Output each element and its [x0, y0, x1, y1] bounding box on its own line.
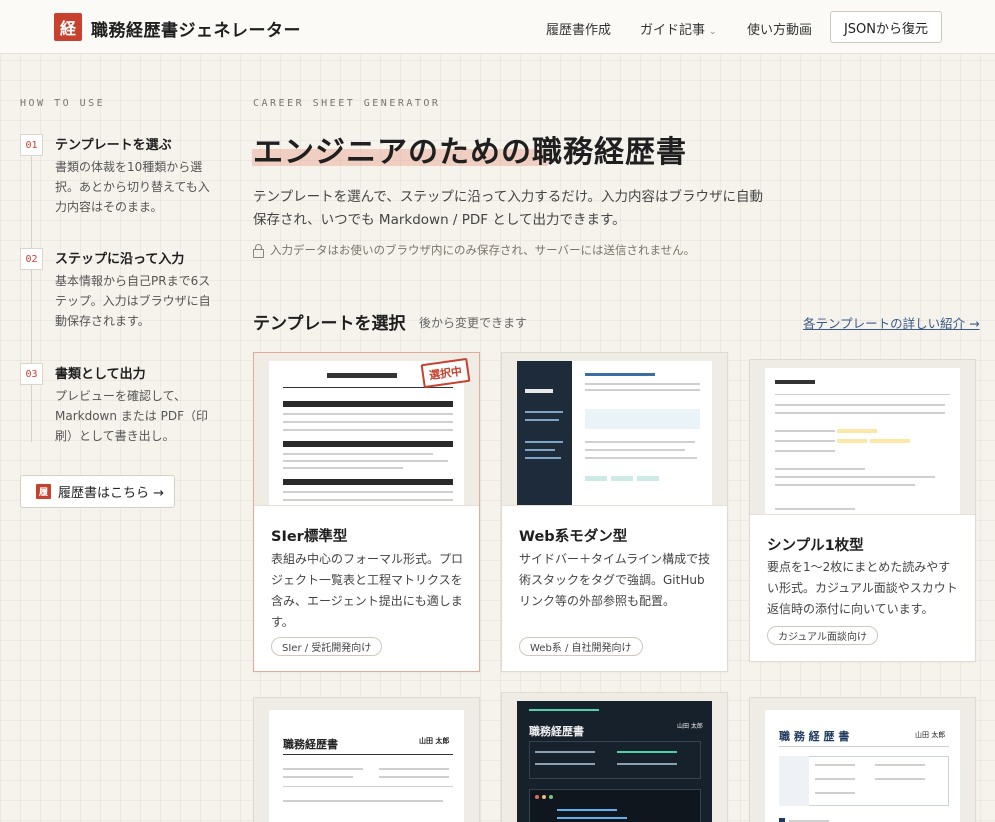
preview-doc-name: 山田 太郎	[419, 737, 450, 745]
template-preview: 職務経歴書 山田 太郎	[502, 693, 727, 822]
preview-doc: 職務経歴書 山田 太郎	[517, 701, 712, 822]
template-preview	[502, 353, 727, 506]
template-card-row2-3[interactable]: 職 務 経 歴 書 山田 太郎	[749, 697, 976, 822]
template-preview: 選択中	[254, 353, 479, 506]
card-title: シンプル1枚型	[767, 538, 864, 554]
card-tag: SIer / 受託開発向け	[271, 637, 383, 656]
resume-button-label: 履歴書はこちら →	[58, 486, 165, 501]
card-desc: サイドバー＋タイムライン構成で技術スタックをタグで強調。GitHubリンク等の外…	[519, 552, 711, 608]
step-number: 03	[20, 363, 43, 385]
preview-doc	[517, 361, 712, 505]
app-title[interactable]: 職務経歴書ジェネレーター	[91, 16, 301, 41]
step-desc: プレビューを確認して、Markdown または PDF（印刷）として書き出し。	[55, 389, 208, 443]
nav-howto-video[interactable]: 使い方動画	[747, 19, 812, 38]
card-desc: 表組み中心のフォーマル形式。プロジェクト一覧表と工程マトリクスを含み、エージェン…	[271, 552, 464, 629]
hero-eyebrow: CAREER SHEET GENERATOR	[253, 98, 441, 109]
preview-doc-name: 山田 太郎	[915, 731, 946, 739]
step-number: 02	[20, 248, 43, 270]
template-card-sier[interactable]: 選択中 SIer標準型 表組み中心のフォーマル形式。プロジェクト一覧表と工程マト…	[253, 352, 480, 672]
step-number: 01	[20, 134, 43, 156]
step-desc: 書類の体裁を10種類から選択。あとから切り替えても入力内容はそのまま。	[55, 160, 210, 214]
template-card-row2-1[interactable]: 職務経歴書 山田 太郎	[253, 697, 480, 822]
hero-description: テンプレートを選んで、ステップに沿って入力するだけ。入力内容はブラウザに自動保存…	[253, 189, 764, 228]
preview-doc: 職務経歴書 山田 太郎	[269, 710, 464, 822]
preview-doc	[765, 368, 960, 514]
template-card-simple[interactable]: シンプル1枚型 要点を1〜2枚にまとめた読みやすい形式。カジュアル面談やスカウト…	[749, 359, 976, 662]
preview-doc-title: 職務経歴書	[529, 725, 584, 738]
howto-heading: HOW TO USE	[20, 98, 106, 109]
privacy-note: 入力データはお使いのブラウザ内にのみ保存され、サーバーには送信されません。	[253, 242, 695, 258]
template-preview	[750, 360, 975, 515]
template-details-link[interactable]: 各テンプレートの詳しい紹介 →	[803, 313, 980, 332]
timeline-line	[31, 152, 32, 442]
card-desc: 要点を1〜2枚にまとめた読みやすい形式。カジュアル面談やスカウト返信時の添付に向…	[767, 560, 958, 616]
privacy-text: 入力データはお使いのブラウザ内にのみ保存され、サーバーには送信されません。	[270, 243, 696, 257]
hero-title: エンジニアのための職務経歴書	[253, 135, 687, 170]
preview-doc-name: 山田 太郎	[677, 723, 703, 730]
template-card-row2-2[interactable]: 職務経歴書 山田 太郎	[501, 692, 728, 822]
template-section-subtitle: 後から変更できます	[419, 316, 528, 330]
card-tag: Web系 / 自社開発向け	[519, 637, 643, 656]
nav-resume-create[interactable]: 履歴書作成	[546, 19, 611, 38]
step-title: ステップに沿って入力	[55, 252, 185, 267]
nav-guide-articles[interactable]: ガイド記事 ⌄	[640, 19, 717, 38]
card-title: SIer標準型	[271, 529, 348, 545]
lock-icon	[253, 244, 264, 258]
step-title: 書類として出力	[55, 367, 146, 382]
resume-link-button[interactable]: 履 履歴書はこちら →	[20, 475, 175, 508]
card-tag: カジュアル面談向け	[767, 626, 878, 645]
nav-guide-label: ガイド記事	[640, 23, 706, 38]
step-desc: 基本情報から自己PRまで6ステップ。入力はブラウザに自動保存されます。	[55, 274, 211, 328]
preview-doc-title: 職 務 経 歴 書	[779, 730, 850, 743]
preview-doc: 職 務 経 歴 書 山田 太郎	[765, 710, 960, 822]
template-preview: 職 務 経 歴 書 山田 太郎	[750, 698, 975, 822]
logo-icon[interactable]: 経	[54, 13, 82, 41]
resume-icon: 履	[36, 484, 51, 499]
top-header: 経 職務経歴書ジェネレーター 履歴書作成 ガイド記事 ⌄ 使い方動画 JSONから…	[0, 0, 995, 54]
template-section-title: テンプレートを選択	[253, 314, 406, 334]
card-title: Web系モダン型	[519, 529, 628, 545]
json-restore-button[interactable]: JSONから復元	[830, 11, 942, 43]
template-preview: 職務経歴書 山田 太郎	[254, 698, 479, 822]
preview-doc-title: 職務経歴書	[283, 738, 338, 751]
chevron-down-icon: ⌄	[709, 27, 717, 37]
step-title: テンプレートを選ぶ	[55, 138, 172, 153]
template-card-web-modern[interactable]: Web系モダン型 サイドバー＋タイムライン構成で技術スタックをタグで強調。Git…	[501, 352, 728, 672]
